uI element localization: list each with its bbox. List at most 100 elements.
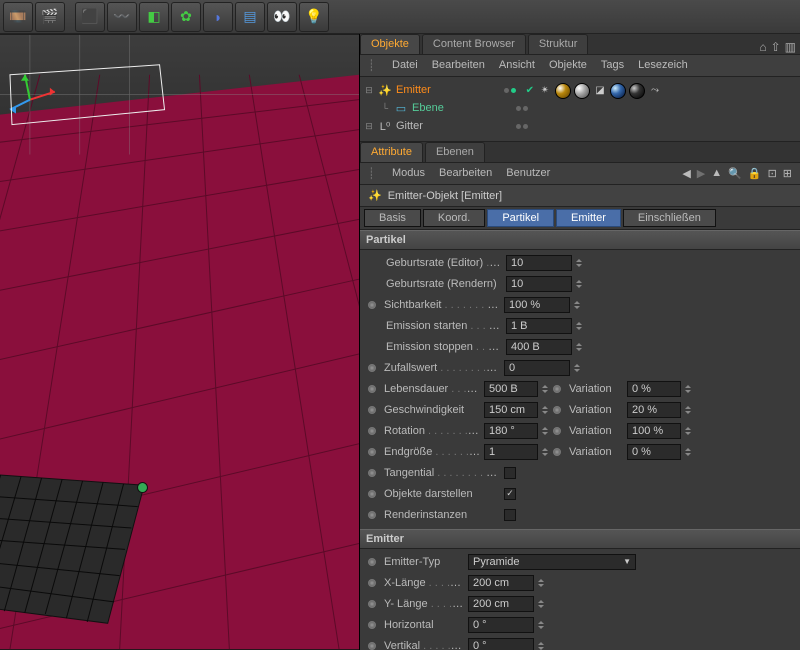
anim-dot[interactable] <box>368 469 376 477</box>
input-sichtbarkeit[interactable] <box>504 297 570 313</box>
atab-koord[interactable]: Koord. <box>423 209 485 227</box>
input-emission-starten[interactable] <box>506 318 572 334</box>
select-emitter-typ[interactable]: Pyramide▼ <box>468 554 636 570</box>
spinner[interactable] <box>684 423 692 439</box>
input-rotation-var[interactable] <box>627 423 681 439</box>
tex-tag-icon[interactable]: ◪ <box>593 83 607 97</box>
spinner[interactable] <box>684 444 692 460</box>
input-lebensdauer[interactable] <box>484 381 538 397</box>
tab-struktur[interactable]: Struktur <box>528 34 589 54</box>
new-icon[interactable]: ⊡ <box>768 167 777 180</box>
spinner[interactable] <box>684 402 692 418</box>
anim-dot[interactable] <box>368 490 376 498</box>
checkbox-objekte-darstellen[interactable]: ✓ <box>504 488 516 500</box>
anim-dot[interactable] <box>368 364 376 372</box>
input-endgroesse-var[interactable] <box>627 444 681 460</box>
grip-icon[interactable]: ┊ <box>368 59 378 72</box>
spinner[interactable] <box>541 402 549 418</box>
tab-attribute[interactable]: Attribute <box>360 142 423 162</box>
input-geschwindigkeit-var[interactable] <box>627 402 681 418</box>
spinner[interactable] <box>575 318 583 334</box>
nav-fwd-icon[interactable]: ▶ <box>697 167 705 180</box>
grip-icon[interactable]: ┊ <box>368 167 378 180</box>
up-icon[interactable]: ⇧ <box>771 40 781 54</box>
menu-datei[interactable]: Datei <box>392 59 418 72</box>
visibility-check-icon[interactable]: ✔ <box>526 85 534 96</box>
anim-dot[interactable] <box>368 448 376 456</box>
input-lebensdauer-var[interactable] <box>627 381 681 397</box>
nav-up-icon[interactable]: ▲ <box>711 167 722 180</box>
input-horizontal[interactable] <box>468 617 534 633</box>
tree-item-emitter[interactable]: ⊟ ✨ Emitter ✔ <box>364 81 534 99</box>
add-icon[interactable]: ⊞ <box>783 167 792 180</box>
menu-bearbeiten2[interactable]: Bearbeiten <box>439 167 492 180</box>
tab-content-browser[interactable]: Content Browser <box>422 34 526 54</box>
tab-objekte[interactable]: Objekte <box>360 34 420 54</box>
spinner[interactable] <box>537 638 545 650</box>
phong-tag-icon[interactable]: ✴ <box>538 83 552 97</box>
tool-cube-icon[interactable]: ⬛ <box>75 2 105 32</box>
spinner[interactable] <box>575 276 583 292</box>
tool-film-icon[interactable]: 🎞️ <box>3 2 33 32</box>
spinner[interactable] <box>537 617 545 633</box>
anim-dot[interactable] <box>368 385 376 393</box>
menu-objekte[interactable]: Objekte <box>549 59 587 72</box>
spinner[interactable] <box>573 360 581 376</box>
material-tag-gold-icon[interactable] <box>555 83 571 99</box>
tool-nurbs-icon[interactable]: ◧ <box>139 2 169 32</box>
anim-dot[interactable] <box>553 448 561 456</box>
tool-camera-icon[interactable]: 👀 <box>267 2 297 32</box>
anim-dot[interactable] <box>368 427 376 435</box>
input-x-laenge[interactable] <box>468 575 534 591</box>
anim-dot[interactable] <box>368 406 376 414</box>
spinner[interactable] <box>684 381 692 397</box>
spinner[interactable] <box>541 423 549 439</box>
tool-deformer-icon[interactable]: ◗ <box>203 2 233 32</box>
expand-icon[interactable]: ⊟ <box>364 85 374 96</box>
spinner[interactable] <box>537 575 545 591</box>
menu-lesezeichen[interactable]: Lesezeich <box>638 59 688 72</box>
anim-dot[interactable] <box>553 385 561 393</box>
spinner[interactable] <box>575 255 583 271</box>
arrow-tag-icon[interactable]: ⤳ <box>648 83 662 97</box>
search-icon[interactable]: 🔍 <box>728 167 742 180</box>
input-geburtsrate-editor[interactable] <box>506 255 572 271</box>
atab-partikel[interactable]: Partikel <box>487 209 554 227</box>
input-geschwindigkeit[interactable] <box>484 402 538 418</box>
tool-spline-icon[interactable]: 〰️ <box>107 2 137 32</box>
menu-modus[interactable]: Modus <box>392 167 425 180</box>
input-zufallswert[interactable] <box>504 360 570 376</box>
atab-emitter[interactable]: Emitter <box>556 209 621 227</box>
spinner[interactable] <box>537 596 545 612</box>
tab-ebenen[interactable]: Ebenen <box>425 142 485 162</box>
input-emission-stoppen[interactable] <box>506 339 572 355</box>
atab-einschliessen[interactable]: Einschließen <box>623 209 716 227</box>
material-tag-grey-icon[interactable] <box>574 83 590 99</box>
tool-light-icon[interactable]: 💡 <box>299 2 329 32</box>
input-y-laenge[interactable] <box>468 596 534 612</box>
menu-bearbeiten[interactable]: Bearbeiten <box>432 59 485 72</box>
anim-dot[interactable] <box>553 427 561 435</box>
tool-clapper-icon[interactable]: 🎬 <box>35 2 65 32</box>
input-vertikal[interactable] <box>468 638 534 650</box>
anim-dot[interactable] <box>368 642 376 650</box>
spinner[interactable] <box>541 444 549 460</box>
tool-floor-icon[interactable]: ▤ <box>235 2 265 32</box>
material-tag-dark-icon[interactable] <box>629 83 645 99</box>
anim-dot[interactable] <box>368 511 376 519</box>
spinner[interactable] <box>541 381 549 397</box>
tree-item-ebene[interactable]: └ ▭ Ebene <box>364 99 534 117</box>
tool-array-icon[interactable]: ✿ <box>171 2 201 32</box>
checkbox-tangential[interactable] <box>504 467 516 479</box>
tree-item-gitter[interactable]: ⊟ L⁰ Gitter <box>364 117 534 135</box>
menu-ansicht[interactable]: Ansicht <box>499 59 535 72</box>
material-tag-blue-icon[interactable] <box>610 83 626 99</box>
anim-dot[interactable] <box>368 301 376 309</box>
nav-back-icon[interactable]: ◀ <box>682 167 690 180</box>
input-geburtsrate-rendern[interactable] <box>506 276 572 292</box>
anim-dot[interactable] <box>553 406 561 414</box>
anim-dot[interactable] <box>368 600 376 608</box>
input-rotation[interactable] <box>484 423 538 439</box>
viewport-3d[interactable] <box>0 34 360 650</box>
expand-icon[interactable]: ⊟ <box>364 121 374 132</box>
